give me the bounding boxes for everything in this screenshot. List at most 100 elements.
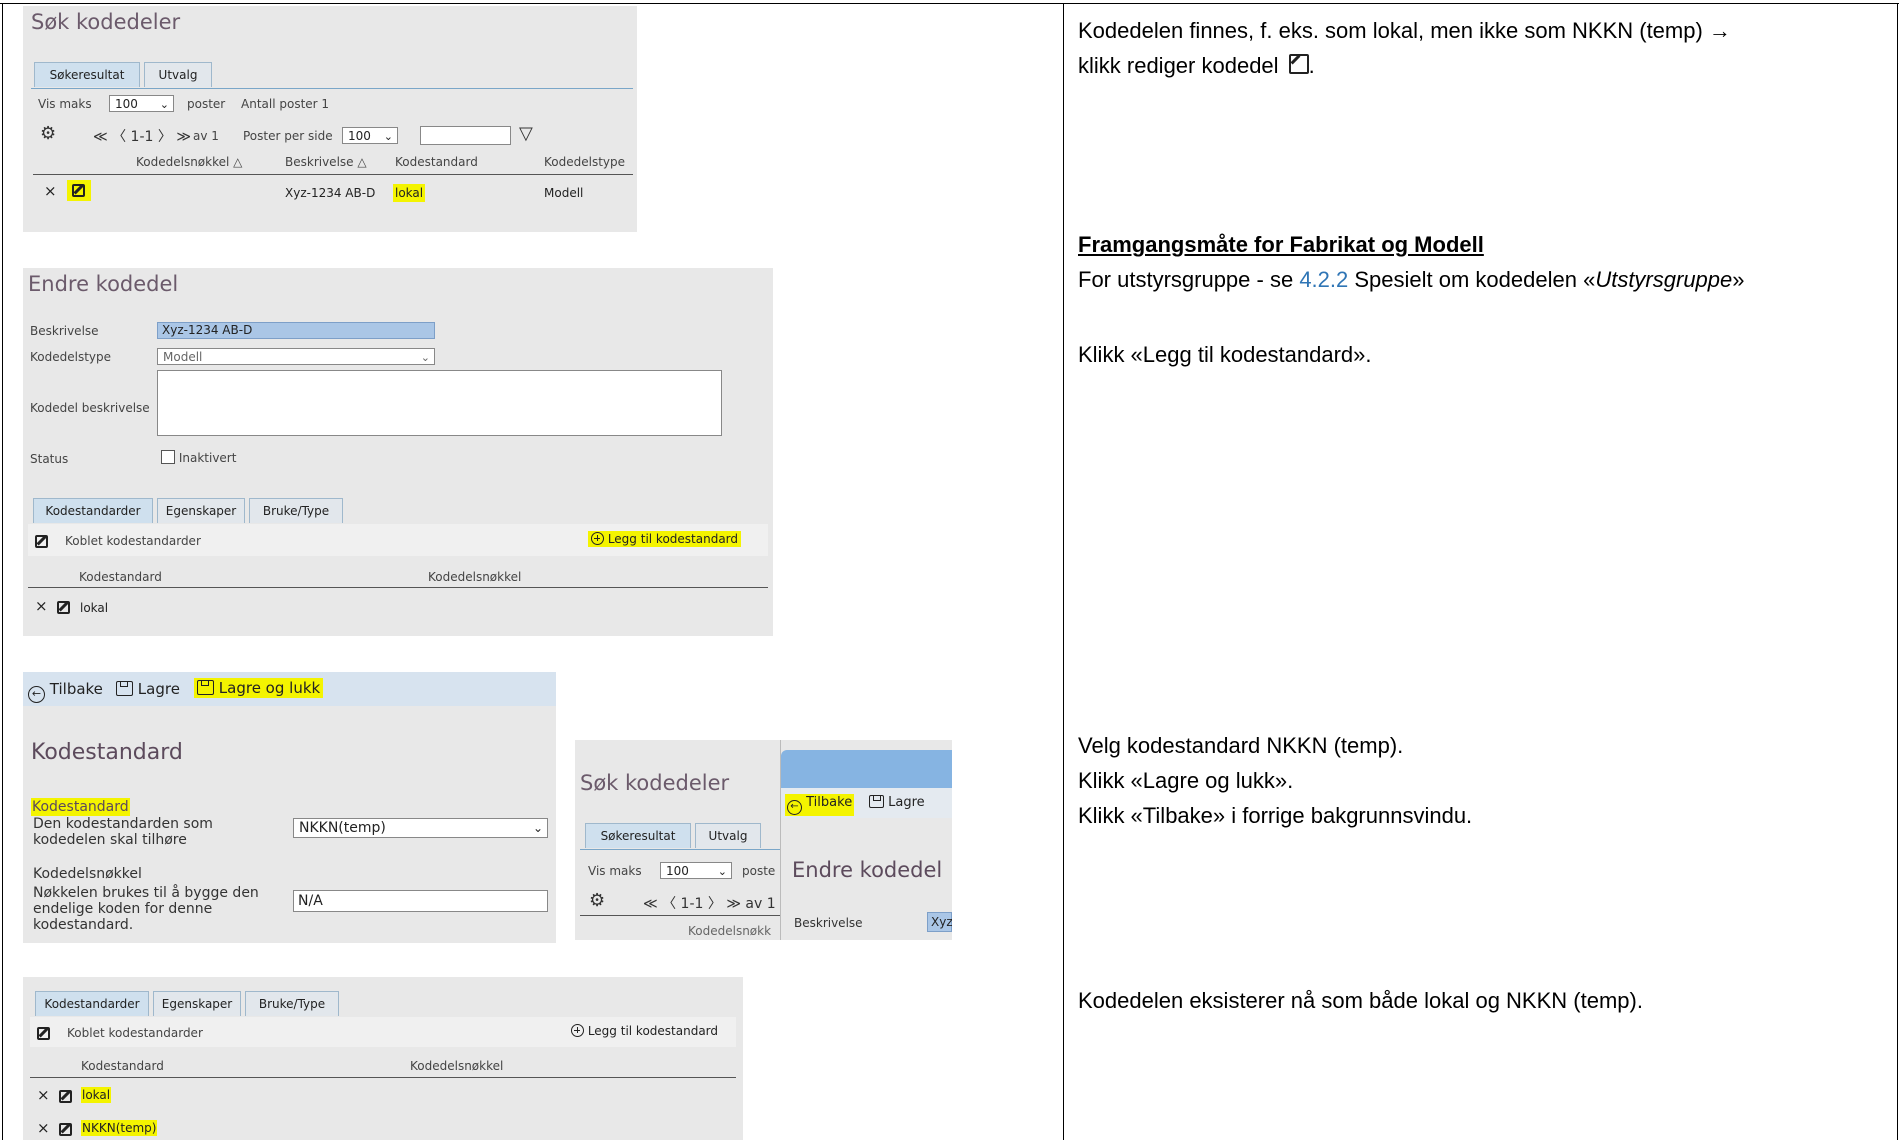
paragraph-4-line-1: Velg kodestandard NKKN (temp).	[1078, 733, 1404, 758]
kodedel-beskrivelse-textarea[interactable]	[157, 370, 722, 436]
pager[interactable]: ≪ 〈 1-1 〉 ≫ av 1	[643, 893, 776, 913]
col-beskrivelse[interactable]: Beskrivelse △	[285, 155, 367, 169]
tab-egenskaper[interactable]: Egenskaper	[157, 498, 245, 523]
tab-bar: Søkeresultat Utvalg	[31, 58, 633, 89]
gear-icon[interactable]: ⚙	[589, 890, 605, 911]
edit-icon-glyph	[59, 1123, 72, 1136]
edit-icon[interactable]	[67, 180, 91, 201]
paragraph-2: For utstyrsgruppe - se 4.2.2 Spesielt om…	[1078, 267, 1745, 293]
per-page-select[interactable]: 100 ⌄	[342, 127, 398, 144]
filter-input[interactable]	[420, 126, 511, 145]
paragraph-2-a: For utstyrsgruppe - se	[1078, 267, 1300, 292]
page-of: av 1	[193, 129, 219, 143]
col-kodedelstype[interactable]: Kodedelstype	[544, 155, 625, 169]
kodestandard-select[interactable]: NKKN(temp) ⌄	[293, 818, 548, 838]
back-button[interactable]: ← Tilbake	[28, 680, 103, 703]
row-kodedelstype: Modell	[544, 186, 584, 200]
legg-til-button[interactable]: Legg til kodestandard	[588, 531, 742, 547]
save-label: Lagre	[137, 680, 180, 698]
table-column-divider	[1063, 3, 1064, 1140]
posts-label: poster	[187, 97, 226, 111]
beskrivelse-label: Beskrivelse	[30, 324, 99, 338]
beskrivelse-value: Xyz	[931, 915, 952, 929]
page-title: Søk kodedeler	[580, 771, 730, 795]
filter-icon[interactable]: ▽	[519, 123, 533, 144]
plus-circle-icon	[571, 1024, 584, 1037]
save-close-button[interactable]: Lagre og lukk	[194, 678, 324, 698]
back-button[interactable]: ← Tilbake	[785, 794, 855, 816]
beskrivelse-input[interactable]: Xyz-1234 AB-D	[157, 322, 435, 339]
paragraph-1-text: klikk rediger kodedel	[1078, 53, 1279, 78]
section-link[interactable]: 4.2.2	[1299, 267, 1348, 292]
section-heading: Framgangsmåte for Fabrikat og Modell	[1078, 232, 1484, 257]
tab-kodestandarder[interactable]: Kodestandarder	[33, 498, 153, 523]
paragraph-1-line-2: klikk rediger kodedel .	[1078, 53, 1315, 79]
delete-icon[interactable]: ×	[37, 1086, 50, 1104]
edit-icon[interactable]	[59, 1088, 72, 1107]
legg-til-button[interactable]: Legg til kodestandard	[571, 1024, 718, 1038]
gear-icon[interactable]: ⚙	[40, 123, 56, 144]
status-label: Status	[30, 452, 69, 466]
plus-circle-icon	[591, 532, 604, 545]
back-arrow-icon: ←	[787, 800, 802, 815]
pager[interactable]: ≪ 〈 1-1 〉 ≫	[93, 126, 191, 146]
edit-icon[interactable]	[37, 1025, 50, 1044]
tab-bruke-type[interactable]: Bruke/Type	[249, 498, 343, 523]
kodestandard-value: NKKN(temp)	[299, 820, 386, 836]
posts-label: poste	[742, 864, 776, 878]
page-title: Kodestandard	[31, 740, 183, 765]
save-close-label: Lagre og lukk	[218, 679, 321, 697]
delete-icon[interactable]: ×	[44, 182, 57, 200]
tab-search-results[interactable]: Søkeresultat	[34, 62, 140, 87]
col-kodestandard[interactable]: Kodestandard	[395, 155, 478, 169]
inaktivert-checkbox[interactable]: Inaktivert	[161, 450, 236, 465]
table-header-divider	[580, 915, 780, 916]
tab-bar: Kodestandarder Egenskaper Bruke/Type	[28, 494, 768, 525]
col-kodedelsnokkel[interactable]: Kodedelsnøkkel △	[136, 155, 242, 169]
edit-icon[interactable]	[59, 1121, 72, 1140]
row-kodestandard: lokal	[81, 1087, 112, 1103]
save-button[interactable]: Lagre	[116, 680, 180, 698]
koblet-label: Koblet kodestandarder	[65, 534, 201, 548]
edit-icon[interactable]	[35, 533, 48, 552]
tab-search-results[interactable]: Søkeresultat	[585, 823, 691, 848]
delete-icon[interactable]: ×	[37, 1119, 50, 1137]
screenshot-kodestandarder-result: Kodestandarder Egenskaper Bruke/Type Kob…	[23, 977, 743, 1140]
screenshot-search-results: Søk kodedeler Søkeresultat Utvalg Vis ma…	[23, 6, 637, 232]
save-button[interactable]: Lagre	[869, 795, 925, 810]
table-top-border	[0, 3, 1899, 4]
type-value: Modell	[163, 350, 203, 364]
inaktivert-label: Inaktivert	[178, 451, 237, 465]
paragraph-1-end: .	[1308, 53, 1315, 78]
beskrivelse-value: Xyz-1234 AB-D	[162, 323, 253, 337]
max-label: Vis maks	[588, 864, 642, 878]
tab-bar: Kodestandarder Egenskaper Bruke/Type	[30, 987, 736, 1018]
paragraph-4-line-2: Klikk «Lagre og lukk».	[1078, 768, 1294, 793]
type-select[interactable]: Modell ⌄	[157, 348, 435, 365]
tab-kodestandarder[interactable]: Kodestandarder	[35, 991, 149, 1016]
row-kodestandard: lokal	[393, 184, 426, 202]
tab-egenskaper[interactable]: Egenskaper	[153, 991, 241, 1016]
save-icon	[116, 681, 133, 696]
tab-selection[interactable]: Utvalg	[144, 62, 212, 87]
delete-icon[interactable]: ×	[35, 597, 48, 615]
edit-icon-glyph	[37, 1027, 50, 1040]
back-label: Tilbake	[806, 795, 853, 810]
paragraph-3: Klikk «Legg til kodestandard».	[1078, 342, 1372, 367]
back-label: Tilbake	[49, 680, 103, 698]
checkbox-box	[161, 450, 175, 464]
table-header-divider	[33, 174, 633, 175]
max-select[interactable]: 100 ⌄	[660, 862, 732, 879]
edit-icon[interactable]	[57, 599, 70, 618]
edit-icon-glyph	[35, 535, 48, 548]
col-kodestandard: Kodestandard	[81, 1059, 164, 1073]
tab-selection[interactable]: Utvalg	[695, 823, 761, 848]
kodedel-beskrivelse-label: Kodedel beskrivelse	[30, 401, 150, 415]
tab-bruke-type[interactable]: Bruke/Type	[245, 991, 339, 1016]
col-kodedelsnokkel: Kodedelsnøkk	[688, 924, 772, 938]
beskrivelse-input[interactable]: Xyz	[927, 912, 952, 932]
max-select[interactable]: 100 ⌄	[109, 95, 174, 112]
chevron-down-icon: ⌄	[532, 821, 543, 835]
paragraph-2-c: »	[1732, 267, 1745, 292]
nokkel-input[interactable]: N/A	[293, 890, 548, 912]
